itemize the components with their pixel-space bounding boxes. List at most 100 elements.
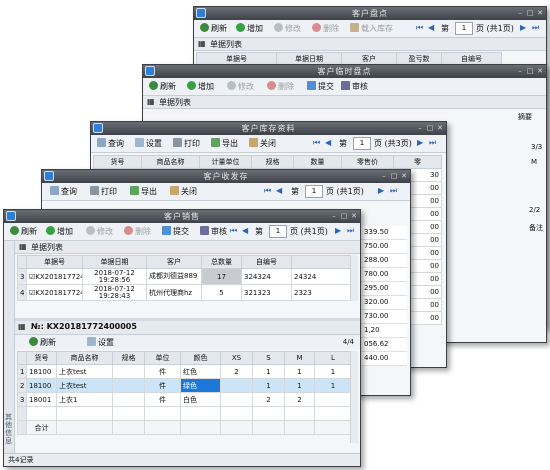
- size-l[interactable]: [314, 392, 352, 407]
- next-page-icon[interactable]: ▶: [335, 226, 341, 235]
- size-xs[interactable]: [220, 392, 253, 407]
- detail-scrollbar[interactable]: [350, 351, 358, 443]
- col-header[interactable]: 零售价: [341, 155, 394, 169]
- table-row[interactable]: 2 18100 上衣test 件 绿色 1 1 1: [17, 378, 352, 393]
- col-header[interactable]: 颜色: [180, 351, 221, 365]
- delete-button[interactable]: 删除: [267, 81, 294, 92]
- minimize-icon[interactable]: –: [330, 212, 338, 220]
- size-m[interactable]: 1: [284, 364, 315, 379]
- maximize-icon[interactable]: □: [526, 67, 534, 75]
- page-input[interactable]: 1: [455, 22, 473, 35]
- col-header[interactable]: 数量: [293, 155, 342, 169]
- minimize-icon[interactable]: –: [516, 9, 524, 17]
- detail-refresh-button[interactable]: 刷新: [29, 337, 56, 348]
- size-m[interactable]: 2: [284, 392, 315, 407]
- titlebar[interactable]: 客户收发存 – □ ✕: [42, 170, 410, 183]
- prev-page-icon[interactable]: ◀: [325, 138, 331, 147]
- close-icon[interactable]: ✕: [400, 172, 408, 180]
- print-button[interactable]: 打印: [173, 138, 200, 149]
- table-row[interactable]: 4 ☑KX20181772400005 2018-07-12 19:28:43 …: [17, 284, 352, 301]
- detail-settings-button[interactable]: 设置: [87, 337, 114, 348]
- item-color[interactable]: 绿色: [180, 378, 221, 393]
- col-header[interactable]: 单据日期: [82, 255, 147, 269]
- refresh-button[interactable]: 刷新: [200, 23, 227, 34]
- col-header[interactable]: M: [284, 351, 315, 365]
- titlebar[interactable]: 客户临时盘点 – □ ✕: [143, 65, 546, 78]
- refresh-button[interactable]: 刷新: [149, 81, 176, 92]
- col-header[interactable]: 货号: [93, 155, 142, 169]
- next-page-icon[interactable]: ▶: [378, 186, 384, 195]
- list-scrollbar[interactable]: [350, 255, 358, 301]
- export-button[interactable]: 导出: [130, 186, 157, 197]
- minimize-icon[interactable]: –: [380, 172, 388, 180]
- page-input[interactable]: 1: [269, 225, 287, 238]
- close-button[interactable]: 关闭: [170, 186, 197, 197]
- maximize-icon[interactable]: □: [426, 124, 434, 132]
- detail-grid[interactable]: 货号 商品名称 规格 单位 颜色 XS S M L 1 18100 上衣test…: [17, 351, 352, 435]
- col-header[interactable]: S: [252, 351, 285, 365]
- col-header[interactable]: L: [314, 351, 352, 365]
- submit-button[interactable]: 提交: [162, 226, 189, 237]
- minimize-icon[interactable]: –: [416, 124, 424, 132]
- col-header[interactable]: 零: [393, 155, 442, 169]
- close-icon[interactable]: ✕: [536, 67, 544, 75]
- size-s[interactable]: 2: [252, 392, 285, 407]
- col-header[interactable]: 客户: [146, 255, 202, 269]
- query-button[interactable]: 查询: [50, 186, 77, 197]
- add-button[interactable]: 增加: [236, 23, 263, 34]
- size-xs[interactable]: [220, 378, 253, 393]
- audit-button[interactable]: 审核: [200, 226, 227, 237]
- page-input[interactable]: 1: [353, 137, 371, 150]
- col-header[interactable]: 总数量: [201, 255, 242, 269]
- last-page-icon[interactable]: ⏭: [532, 23, 539, 33]
- col-header[interactable]: 单据号: [26, 255, 83, 269]
- col-header[interactable]: 商品名称: [56, 351, 113, 365]
- next-page-icon[interactable]: ▶: [417, 138, 423, 147]
- export-button[interactable]: 导出: [211, 138, 238, 149]
- col-header[interactable]: 规格: [251, 155, 294, 169]
- delete-button[interactable]: 删除: [312, 23, 339, 34]
- edit-button[interactable]: 修改: [86, 226, 113, 237]
- prev-page-icon[interactable]: ◀: [428, 23, 434, 32]
- last-page-icon[interactable]: ⏭: [347, 226, 354, 236]
- edit-button[interactable]: 修改: [274, 23, 301, 34]
- table-row[interactable]: 1 18100 上衣test 件 红色 2 1 1 1: [17, 364, 352, 379]
- first-page-icon[interactable]: ⏮: [264, 186, 271, 196]
- edit-button[interactable]: 修改: [227, 81, 254, 92]
- size-l[interactable]: 1: [314, 378, 352, 393]
- prev-page-icon[interactable]: ◀: [242, 226, 248, 235]
- size-l[interactable]: 1: [314, 364, 352, 379]
- import-stock-button[interactable]: 载入库存: [350, 23, 393, 34]
- side-tab-other-info[interactable]: 其他信息: [4, 241, 15, 453]
- first-page-icon[interactable]: ⏮: [230, 226, 237, 236]
- col-header[interactable]: 自编号: [241, 255, 292, 269]
- table-row[interactable]: 3 18001 上衣1 件 白色 2 2: [17, 392, 352, 407]
- prev-page-icon[interactable]: ◀: [276, 186, 282, 195]
- item-color[interactable]: 白色: [180, 392, 221, 407]
- size-m[interactable]: 1: [284, 378, 315, 393]
- sales-list-grid[interactable]: 单据号 单据日期 客户 总数量 自编号 3 ☑KX20181772400006 …: [17, 255, 352, 301]
- next-page-icon[interactable]: ▶: [520, 23, 526, 32]
- size-s[interactable]: 1: [252, 378, 285, 393]
- maximize-icon[interactable]: □: [526, 9, 534, 17]
- close-icon[interactable]: ✕: [436, 124, 444, 132]
- query-button[interactable]: 查询: [97, 138, 124, 149]
- first-page-icon[interactable]: ⏮: [416, 23, 423, 33]
- col-header[interactable]: 单位: [144, 351, 181, 365]
- item-color[interactable]: 红色: [180, 364, 221, 379]
- audit-button[interactable]: 审核: [341, 81, 368, 92]
- last-page-icon[interactable]: ⏭: [429, 138, 436, 148]
- settings-button[interactable]: 设置: [135, 138, 162, 149]
- close-button[interactable]: 关闭: [249, 138, 276, 149]
- size-s[interactable]: 1: [252, 364, 285, 379]
- col-header[interactable]: 计量单位: [199, 155, 252, 169]
- titlebar[interactable]: 客户销售 – □ ✕: [4, 210, 360, 223]
- size-xs[interactable]: 2: [220, 364, 253, 379]
- last-page-icon[interactable]: ⏭: [390, 186, 397, 196]
- page-input[interactable]: 1: [305, 185, 323, 198]
- maximize-icon[interactable]: □: [390, 172, 398, 180]
- add-button[interactable]: 增加: [187, 81, 214, 92]
- titlebar[interactable]: 客户盘点 – □ ✕: [194, 7, 546, 20]
- table-row[interactable]: 3 ☑KX20181772400006 2018-07-12 19:28:56 …: [17, 268, 352, 285]
- submit-button[interactable]: 提交: [307, 81, 334, 92]
